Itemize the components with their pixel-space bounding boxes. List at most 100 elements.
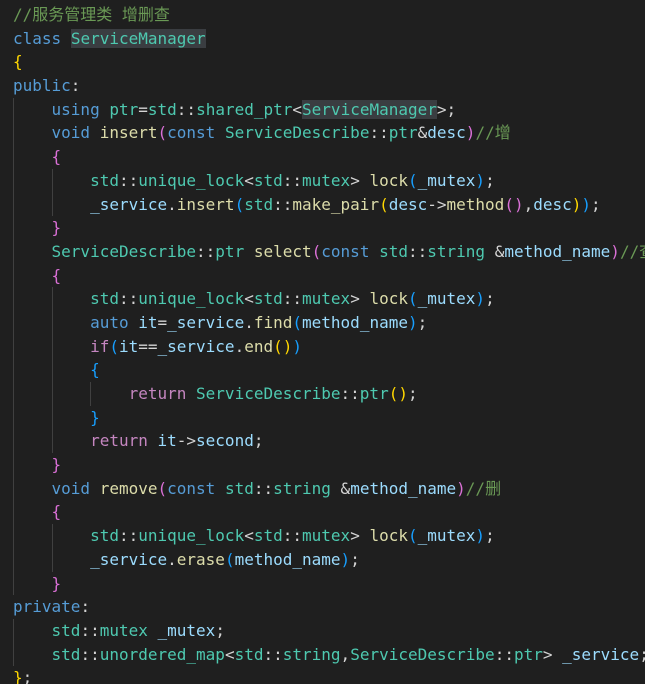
code-token: lock: [369, 526, 408, 546]
code-line[interactable]: {: [13, 500, 645, 525]
code-token: ::: [494, 644, 514, 664]
code-line[interactable]: //服务管理类 增删查: [13, 3, 645, 27]
code-line[interactable]: {: [13, 145, 645, 169]
code-token: //服务管理类 增删查: [13, 5, 170, 24]
code-token: std: [379, 241, 408, 261]
code-line[interactable]: auto it=_service.find(method_name);: [13, 310, 645, 335]
code-line[interactable]: using ptr=std::shared_ptr<ServiceManager…: [13, 97, 645, 122]
code-token: string: [282, 644, 341, 664]
code-token: _mutex: [417, 170, 476, 190]
code-line[interactable]: {: [13, 263, 645, 288]
code-token: .: [244, 312, 254, 332]
code-token: (): [504, 194, 524, 214]
code-editor[interactable]: //服务管理类 增删查 class ServiceManager{public: …: [0, 0, 645, 684]
code-token: ;: [253, 431, 264, 451]
code-token: (: [407, 289, 418, 309]
code-token: ): [456, 478, 466, 498]
code-line[interactable]: std::mutex _mutex;: [13, 618, 645, 643]
code-line[interactable]: std::unordered_map<std::string,ServiceDe…: [13, 642, 645, 667]
code-token: ->: [176, 431, 197, 451]
code-token: it: [118, 336, 139, 356]
code-token: ::: [118, 289, 139, 309]
code-token: &: [485, 241, 505, 261]
code-token: insert: [99, 123, 158, 143]
code-line[interactable]: }: [13, 453, 645, 477]
code-line[interactable]: };: [13, 666, 645, 684]
code-line[interactable]: void remove(const std::string &method_na…: [13, 476, 645, 501]
code-token: erase: [176, 549, 225, 569]
code-token: make_pair: [292, 194, 380, 214]
code-token: ServiceManager: [70, 28, 206, 48]
indent-guide: [51, 382, 53, 406]
code-line[interactable]: public:: [13, 74, 645, 98]
indent-guide: [51, 547, 53, 572]
code-lines[interactable]: //服务管理类 增删查 class ServiceManager{public: …: [13, 3, 645, 684]
code-token: (: [234, 194, 245, 214]
indent-guide: [13, 358, 14, 382]
code-token: method_name: [234, 549, 341, 569]
code-line[interactable]: private:: [13, 595, 645, 619]
code-line[interactable]: void insert(const ServiceDescribe::ptr&d…: [13, 121, 645, 146]
code-token: }: [51, 573, 62, 593]
code-token: ::: [80, 644, 100, 664]
code-token: std: [253, 526, 283, 546]
indent-guide: [13, 121, 14, 146]
code-token: ;: [407, 384, 418, 403]
code-line[interactable]: {: [13, 50, 645, 74]
code-token: ::: [340, 384, 360, 403]
code-token: _mutex: [417, 289, 476, 309]
code-token: ): [610, 241, 620, 261]
indent-guide: [51, 429, 53, 454]
indent-guide: [13, 642, 14, 667]
code-line[interactable]: _service.erase(method_name);: [13, 547, 645, 572]
code-line[interactable]: }: [13, 405, 645, 430]
code-token: .: [234, 336, 245, 356]
indent-guide: [13, 524, 14, 548]
code-token: ServiceManager: [302, 99, 437, 119]
code-token: std: [224, 478, 254, 498]
code-line[interactable]: if(it==_service.end()): [13, 334, 645, 359]
code-line[interactable]: }: [13, 216, 645, 240]
code-token: method_name: [350, 478, 457, 498]
code-line[interactable]: _service.insert(std::make_pair(desc->met…: [13, 192, 645, 217]
code-line[interactable]: return it->second;: [13, 429, 645, 454]
code-token: (: [292, 312, 303, 332]
code-token: ): [475, 526, 486, 546]
code-line[interactable]: {: [13, 358, 645, 382]
code-token: it: [157, 431, 177, 451]
code-line[interactable]: class ServiceManager: [13, 27, 645, 51]
code-line[interactable]: std::unique_lock<std::mutex> lock(_mutex…: [13, 168, 645, 193]
indent-guide: [13, 239, 14, 264]
indent-guide: [13, 429, 14, 454]
code-token: _service: [562, 644, 640, 664]
code-token: ;: [485, 526, 495, 546]
indent-guide: [51, 192, 53, 217]
code-token: }: [13, 668, 23, 684]
code-token: ): [340, 549, 351, 569]
code-token: const: [321, 241, 370, 261]
code-token: shared_ptr: [196, 99, 293, 119]
code-line[interactable]: return ServiceDescribe::ptr();: [13, 382, 645, 406]
code-token: public: [13, 76, 71, 96]
code-token: mutex: [302, 289, 351, 309]
code-token: std: [253, 170, 283, 190]
code-line[interactable]: ServiceDescribe::ptr select(const std::s…: [13, 239, 645, 264]
code-token: ::: [408, 241, 428, 261]
code-token: unordered_map: [99, 644, 225, 664]
code-token: >: [350, 170, 370, 190]
indent-guide: [13, 500, 14, 525]
code-line[interactable]: std::unique_lock<std::mutex> lock(_mutex…: [13, 524, 645, 548]
code-token: desc: [427, 123, 466, 143]
code-token: //删: [465, 478, 502, 498]
code-token: ptr: [388, 123, 418, 143]
code-line[interactable]: }: [13, 571, 645, 596]
code-token: (): [273, 336, 293, 356]
code-token: ): [581, 194, 592, 214]
code-line[interactable]: std::unique_lock<std::mutex> lock(_mutex…: [13, 287, 645, 311]
